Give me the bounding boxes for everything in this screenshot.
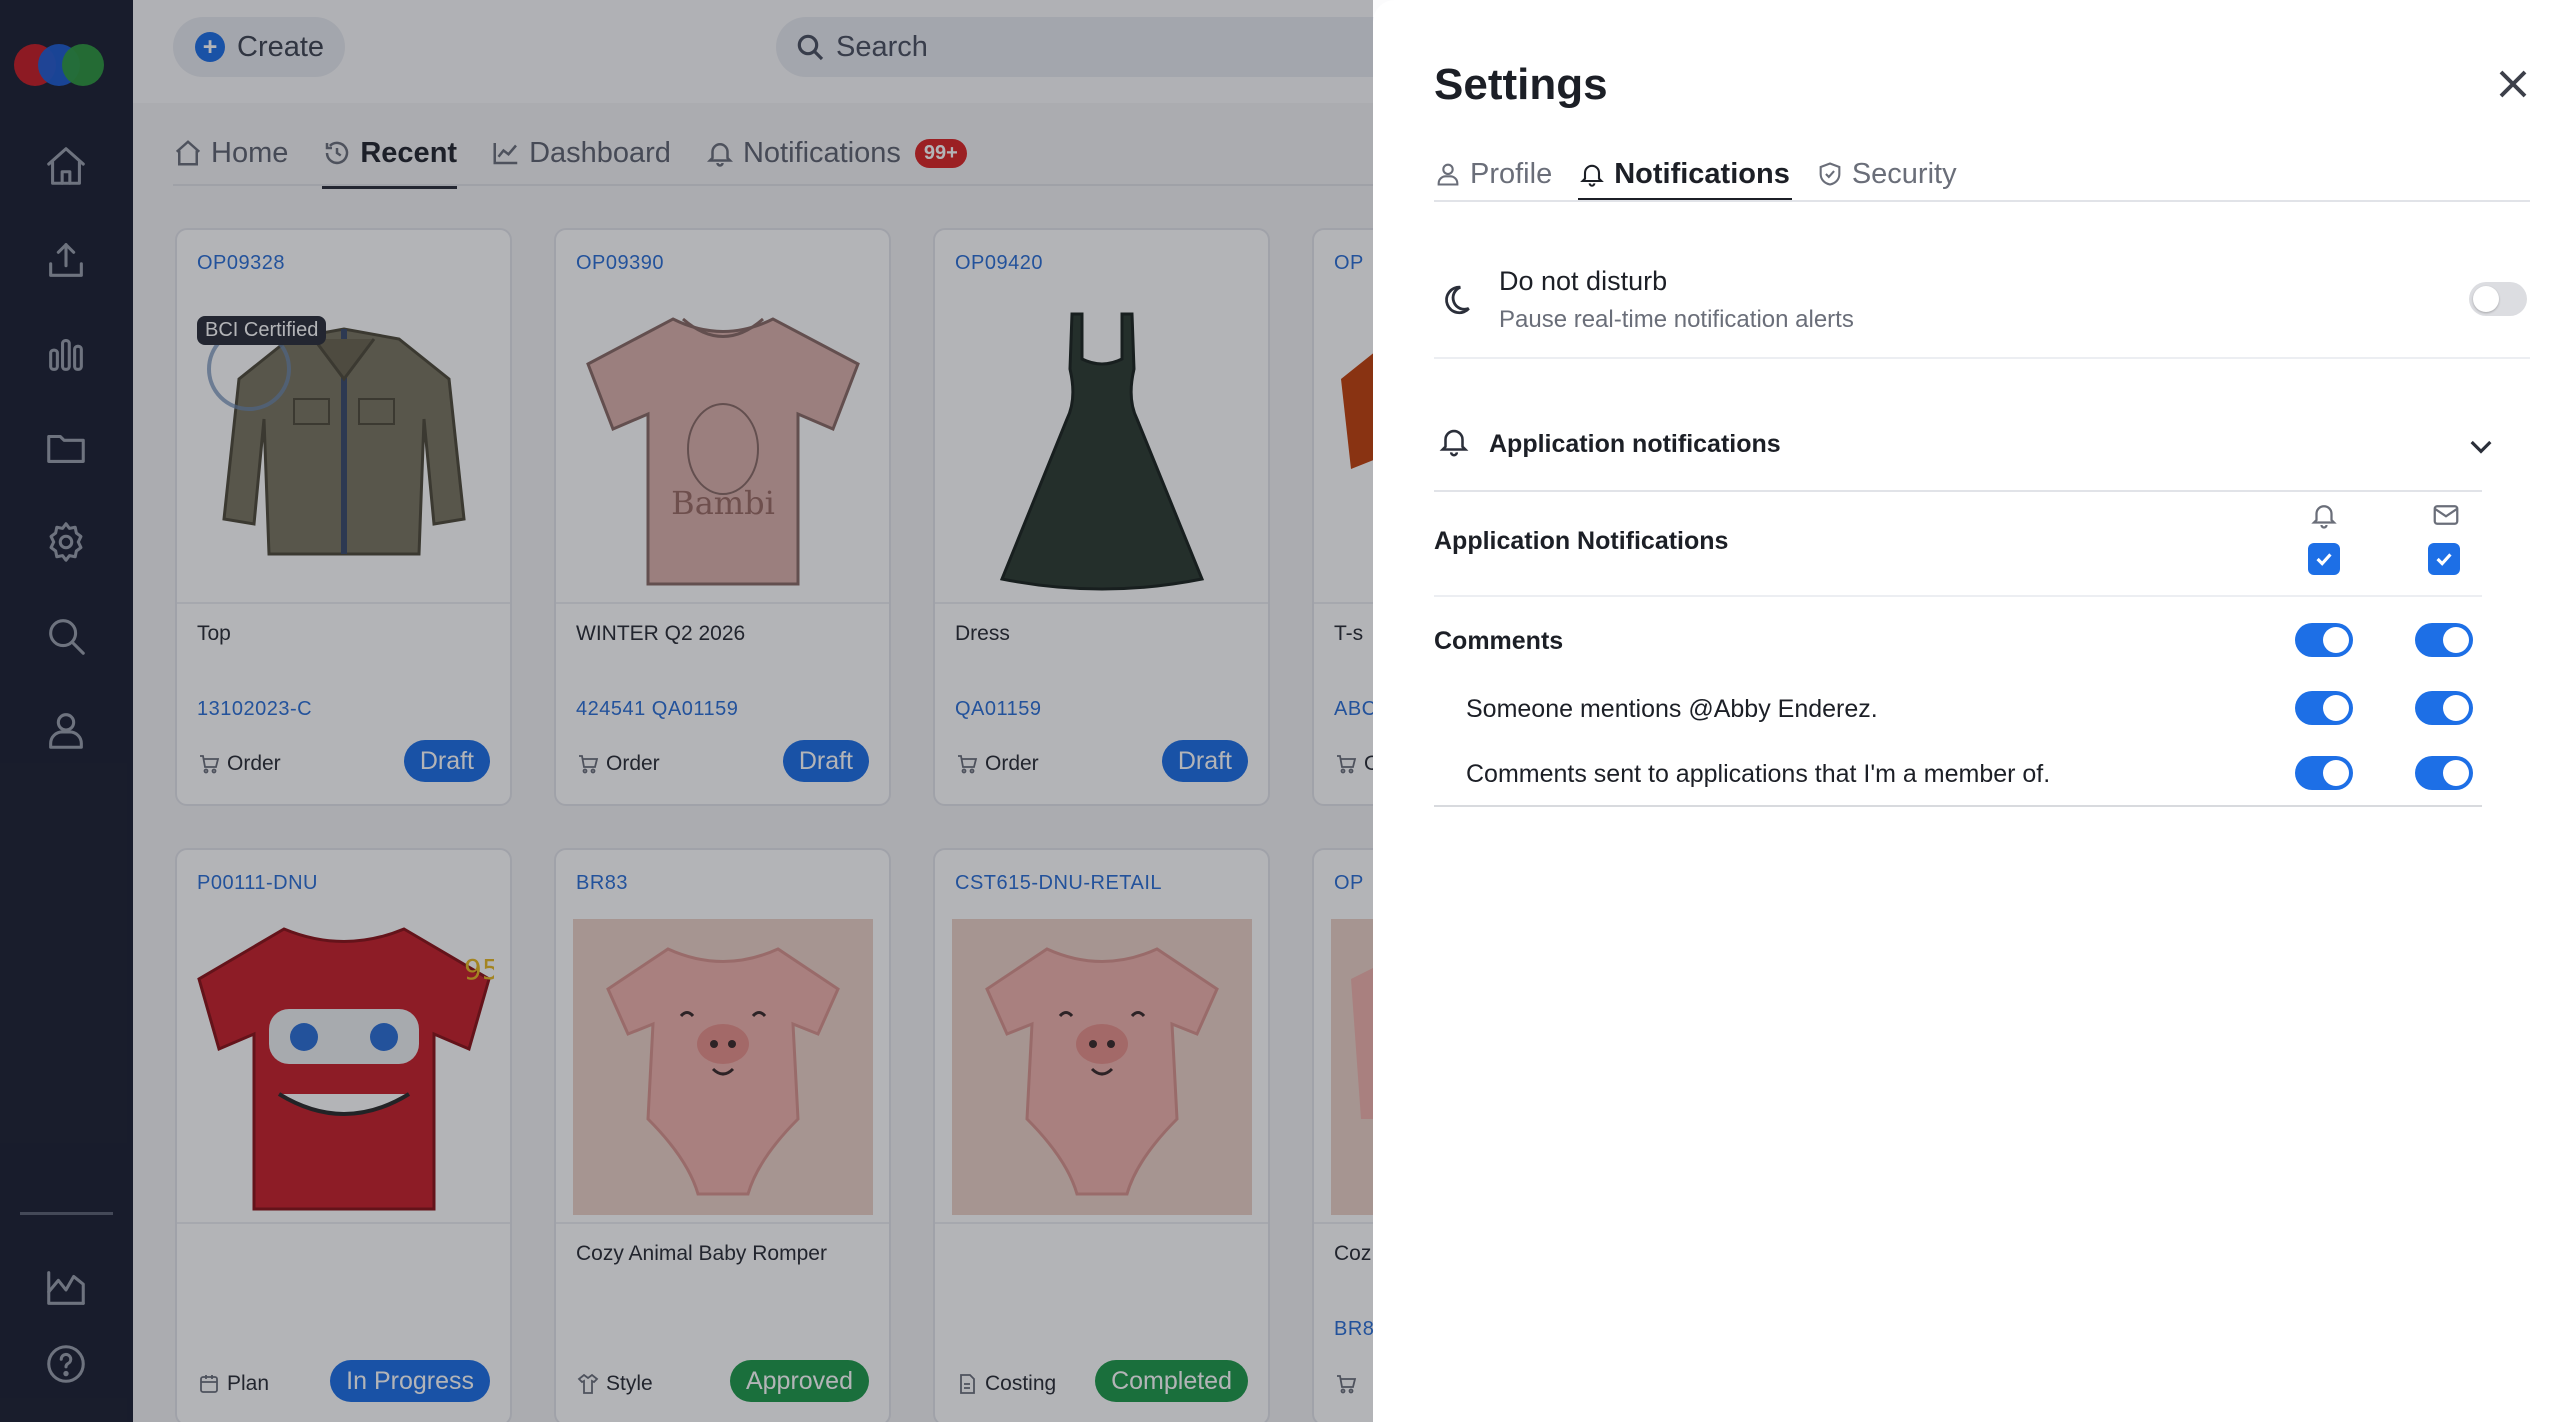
bell-icon <box>2309 500 2339 530</box>
settings-tabs: Profile Notifications Security <box>1434 150 1959 202</box>
application-notifications-header: Application Notifications <box>1434 527 1729 555</box>
close-button[interactable] <box>2495 66 2531 102</box>
tab-notifications[interactable]: Notifications <box>1578 150 1792 202</box>
tabs-divider <box>1434 200 2530 202</box>
comments-label: Comments <box>1434 627 1564 655</box>
member-comments-label: Comments sent to applications that I'm a… <box>1466 760 2051 788</box>
bell-icon <box>1437 424 1471 458</box>
do-not-disturb-title: Do not disturb <box>1499 266 1668 296</box>
section-bottom-divider <box>1434 805 2482 807</box>
all-bell-checkbox[interactable] <box>2308 543 2340 575</box>
bell-icon <box>1580 164 1605 187</box>
section-divider <box>1434 490 2482 492</box>
shield-icon <box>1819 162 1841 186</box>
comments-bell-toggle[interactable] <box>2295 623 2353 657</box>
moon-icon <box>1439 283 1473 317</box>
tab-profile-label: Profile <box>1470 157 1553 190</box>
check-icon <box>2316 553 2332 566</box>
mentions-bell-toggle[interactable] <box>2295 691 2353 725</box>
mail-icon <box>2431 500 2461 530</box>
all-email-checkbox[interactable] <box>2428 543 2460 575</box>
tab-notifications-label: Notifications <box>1614 157 1790 190</box>
tab-profile[interactable]: Profile <box>1434 150 1554 198</box>
check-icon <box>2436 553 2452 566</box>
application-notifications-section-title: Application notifications <box>1489 430 1781 458</box>
user-icon <box>1437 163 1459 186</box>
settings-title: Settings <box>1434 60 1608 109</box>
tab-security[interactable]: Security <box>1816 150 1959 198</box>
member-comments-email-toggle[interactable] <box>2415 756 2473 790</box>
modal-backdrop[interactable] <box>0 0 1373 1422</box>
settings-panel: Settings Profile Notifications Security … <box>1373 0 2560 1422</box>
mentions-label: Someone mentions @Abby Enderez. <box>1466 695 1878 723</box>
mentions-email-toggle[interactable] <box>2415 691 2473 725</box>
close-icon <box>2499 70 2527 98</box>
row-divider <box>1434 595 2482 597</box>
do-not-disturb-toggle[interactable] <box>2469 282 2527 316</box>
chevron-down-icon[interactable] <box>2465 430 2497 462</box>
do-not-disturb-subtitle: Pause real-time notification alerts <box>1499 306 1854 333</box>
section-divider <box>1434 357 2530 359</box>
tab-security-label: Security <box>1851 157 1957 190</box>
member-comments-bell-toggle[interactable] <box>2295 756 2353 790</box>
comments-email-toggle[interactable] <box>2415 623 2473 657</box>
